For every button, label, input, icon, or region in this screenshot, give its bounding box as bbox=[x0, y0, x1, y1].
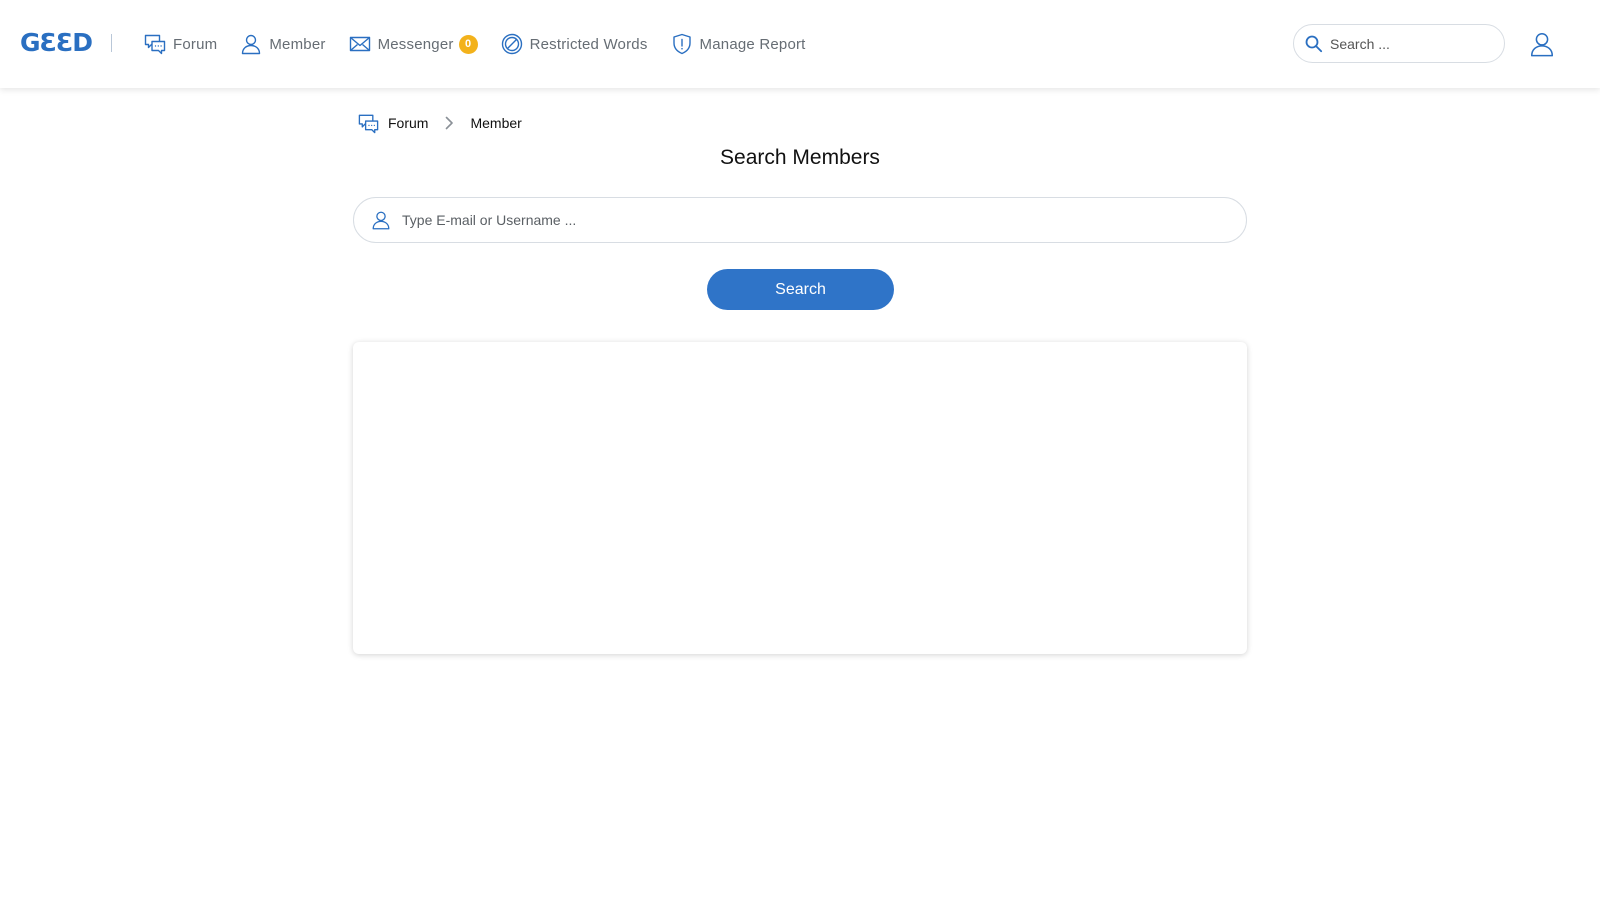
mail-envelope-icon bbox=[348, 32, 372, 56]
breadcrumb-forum-link[interactable]: Forum bbox=[357, 112, 428, 135]
header-search-input[interactable] bbox=[1330, 35, 1490, 52]
nav-item-forum[interactable]: Forum bbox=[143, 30, 217, 58]
breadcrumb: Forum Member bbox=[357, 111, 522, 135]
user-account-icon bbox=[1528, 30, 1556, 58]
page-title: Search Members bbox=[720, 146, 880, 169]
forum-chat-icon bbox=[143, 32, 167, 56]
member-search-box[interactable] bbox=[353, 197, 1247, 243]
site-logo[interactable]: GƐƐD bbox=[20, 27, 93, 59]
nav-item-member[interactable]: Member bbox=[239, 30, 325, 58]
search-members-button[interactable]: Search bbox=[707, 269, 894, 310]
nav-item-restricted-words[interactable]: Restricted Words bbox=[500, 30, 648, 58]
nav-item-messenger[interactable]: Messenger 0 bbox=[348, 30, 478, 58]
user-account-button[interactable] bbox=[1528, 30, 1556, 58]
breadcrumb-current-member: Member bbox=[470, 115, 522, 131]
breadcrumb-forum-label: Forum bbox=[388, 115, 429, 131]
nav-label-manage-report: Manage Report bbox=[699, 35, 806, 53]
member-user-icon bbox=[370, 209, 392, 231]
member-user-icon bbox=[239, 32, 263, 56]
member-search-input[interactable] bbox=[402, 212, 1222, 228]
top-navbar: GƐƐD Forum Member Messenger 0 Restricted… bbox=[0, 0, 1600, 88]
nav-label-forum: Forum bbox=[173, 35, 218, 53]
logo-divider bbox=[111, 34, 112, 52]
chevron-right-icon bbox=[442, 116, 456, 130]
search-results-panel bbox=[353, 342, 1247, 654]
shield-report-icon bbox=[670, 32, 694, 56]
nav-label-messenger: Messenger bbox=[377, 35, 454, 53]
search-icon bbox=[1304, 34, 1324, 54]
nav-item-manage-report[interactable]: Manage Report bbox=[670, 30, 806, 58]
nav-label-restricted-words: Restricted Words bbox=[529, 35, 648, 53]
nav-label-member: Member bbox=[269, 35, 326, 53]
messenger-count-badge: 0 bbox=[458, 34, 478, 54]
restricted-circle-icon bbox=[500, 32, 524, 56]
header-search-box[interactable] bbox=[1293, 24, 1505, 63]
main-nav: Forum Member Messenger 0 Restricted Word… bbox=[143, 30, 828, 58]
forum-chat-icon bbox=[357, 112, 380, 135]
